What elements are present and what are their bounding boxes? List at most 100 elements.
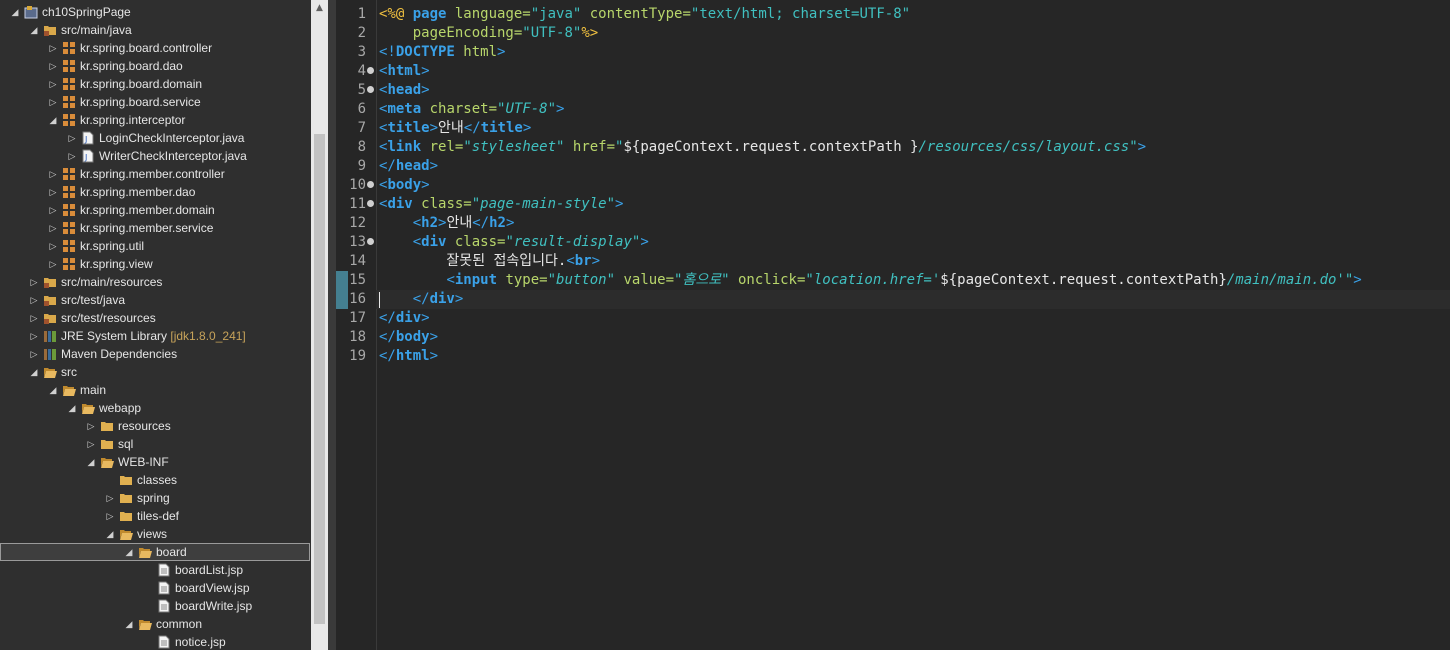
collapsed-arrow-icon[interactable]: ▷ <box>86 417 96 435</box>
tree-item[interactable]: ◢ main <box>0 381 310 399</box>
collapsed-arrow-icon[interactable]: ▷ <box>29 327 39 345</box>
tree-item[interactable]: ▷ src/test/java <box>0 291 310 309</box>
scrollbar-thumb[interactable] <box>314 134 325 624</box>
tree-item[interactable]: ▷ resources <box>0 417 310 435</box>
fold-toggle-icon[interactable] <box>367 181 374 188</box>
collapsed-arrow-icon[interactable]: ▷ <box>86 435 96 453</box>
collapsed-arrow-icon[interactable]: ▷ <box>48 57 58 75</box>
expanded-arrow-icon[interactable]: ◢ <box>86 453 96 471</box>
explorer-scrollbar[interactable]: ▲ <box>311 0 328 650</box>
tree-item[interactable]: ▷ kr.spring.member.domain <box>0 201 310 219</box>
collapsed-arrow-icon[interactable]: ▷ <box>48 255 58 273</box>
tree-item[interactable]: ◢ ch10SpringPage <box>0 3 310 21</box>
expanded-arrow-icon[interactable]: ◢ <box>29 363 39 381</box>
code-line[interactable]: <%@ page language="java" contentType="te… <box>379 5 910 24</box>
code-line[interactable]: <link rel="stylesheet" href="${pageConte… <box>379 138 1146 157</box>
collapsed-arrow-icon[interactable]: ▷ <box>105 507 115 525</box>
code-token: class= <box>421 196 472 212</box>
collapsed-arrow-icon[interactable]: ▷ <box>48 39 58 57</box>
code-line[interactable]: <input type="button" value="홈으로" onclick… <box>379 271 1361 290</box>
code-editor[interactable]: 1 2 3 4 5 6 7 8 9 10 11 12 13 14 15 16 17 18 19 <%@ page l… <box>336 0 1450 650</box>
expanded-arrow-icon[interactable]: ◢ <box>48 381 58 399</box>
code-line[interactable]: </html> <box>379 347 438 366</box>
tree-item[interactable]: ▷ src/test/resources <box>0 309 310 327</box>
tree-item[interactable]: notice.jsp <box>0 633 310 650</box>
tree-item[interactable]: ◢ kr.spring.interceptor <box>0 111 310 129</box>
tree-item[interactable]: ◢ src <box>0 363 310 381</box>
tree-item[interactable]: ▷ sql <box>0 435 310 453</box>
collapsed-arrow-icon[interactable]: ▷ <box>29 345 39 363</box>
code-line[interactable]: <body> <box>379 176 430 195</box>
collapsed-arrow-icon[interactable]: ▷ <box>48 93 58 111</box>
tree-item[interactable]: ◢ board <box>0 543 310 561</box>
tree-item[interactable]: ▷ src/main/resources <box>0 273 310 291</box>
fold-toggle-icon[interactable] <box>367 67 374 74</box>
collapsed-arrow-icon[interactable]: ▷ <box>67 129 77 147</box>
code-line[interactable]: </div> <box>379 290 464 309</box>
code-line[interactable]: <meta charset="UTF-8"> <box>379 100 564 119</box>
tree-item[interactable]: ▷ kr.spring.util <box>0 237 310 255</box>
collapsed-arrow-icon[interactable]: ▷ <box>48 183 58 201</box>
tree-item[interactable]: ▷ kr.spring.member.dao <box>0 183 310 201</box>
collapsed-arrow-icon[interactable]: ▷ <box>48 165 58 183</box>
collapsed-arrow-icon[interactable]: ▷ <box>29 309 39 327</box>
code-token: > <box>615 196 624 212</box>
tree-item[interactable]: boardView.jsp <box>0 579 310 597</box>
code-line[interactable]: 잘못된 접속입니다.<br> <box>379 252 600 271</box>
tree-item[interactable]: ▷ J LoginCheckInterceptor.java <box>0 129 310 147</box>
tree-item[interactable]: ◢ views <box>0 525 310 543</box>
expanded-arrow-icon[interactable]: ◢ <box>105 525 115 543</box>
tree-item[interactable]: ▷ kr.spring.board.dao <box>0 57 310 75</box>
tree-item-label: kr.spring.interceptor <box>80 113 186 127</box>
expanded-arrow-icon[interactable]: ◢ <box>124 543 134 561</box>
code-line[interactable]: </head> <box>379 157 438 176</box>
tree-item[interactable]: ▷ kr.spring.member.controller <box>0 165 310 183</box>
tree-item[interactable]: ▷ tiles-def <box>0 507 310 525</box>
tree-item[interactable]: ▷ Maven Dependencies <box>0 345 310 363</box>
collapsed-arrow-icon[interactable]: ▷ <box>29 291 39 309</box>
panel-divider[interactable] <box>328 0 336 650</box>
tree-item[interactable]: classes <box>0 471 310 489</box>
tree-item[interactable]: ◢ common <box>0 615 310 633</box>
code-line[interactable]: </div> <box>379 309 430 328</box>
collapsed-arrow-icon[interactable]: ▷ <box>48 75 58 93</box>
code-line[interactable]: pageEncoding="UTF-8"%> <box>379 24 598 43</box>
tree-item[interactable]: ▷ kr.spring.view <box>0 255 310 273</box>
tree-item[interactable]: ▷ spring <box>0 489 310 507</box>
tree-item-label: kr.spring.member.domain <box>80 203 215 217</box>
tree-item[interactable]: ▷ kr.spring.board.controller <box>0 39 310 57</box>
expanded-arrow-icon[interactable]: ◢ <box>48 111 58 129</box>
scroll-up-icon[interactable]: ▲ <box>311 0 328 17</box>
code-line[interactable]: <div class="result-display"> <box>379 233 649 252</box>
tree-item[interactable]: ▷ kr.spring.board.service <box>0 93 310 111</box>
expanded-arrow-icon[interactable]: ◢ <box>67 399 77 417</box>
tree-item[interactable]: ▷ kr.spring.board.domain <box>0 75 310 93</box>
expanded-arrow-icon[interactable]: ◢ <box>124 615 134 633</box>
code-line[interactable]: </body> <box>379 328 438 347</box>
collapsed-arrow-icon[interactable]: ▷ <box>48 237 58 255</box>
tree-item[interactable]: ▷ JRE System Library [jdk1.8.0_241] <box>0 327 310 345</box>
expanded-arrow-icon[interactable]: ◢ <box>29 21 39 39</box>
collapsed-arrow-icon[interactable]: ▷ <box>48 201 58 219</box>
code-line[interactable]: <html> <box>379 62 430 81</box>
tree-item[interactable]: ◢ WEB-INF <box>0 453 310 471</box>
tree-item[interactable]: ◢ webapp <box>0 399 310 417</box>
collapsed-arrow-icon[interactable]: ▷ <box>105 489 115 507</box>
code-line[interactable]: <head> <box>379 81 430 100</box>
tree-item[interactable]: boardList.jsp <box>0 561 310 579</box>
tree-item[interactable]: ▷ J WriterCheckInterceptor.java <box>0 147 310 165</box>
fold-toggle-icon[interactable] <box>367 86 374 93</box>
collapsed-arrow-icon[interactable]: ▷ <box>29 273 39 291</box>
code-line[interactable]: <div class="page-main-style"> <box>379 195 623 214</box>
collapsed-arrow-icon[interactable]: ▷ <box>67 147 77 165</box>
tree-item[interactable]: boardWrite.jsp <box>0 597 310 615</box>
code-line[interactable]: <!DOCTYPE html> <box>379 43 505 62</box>
expanded-arrow-icon[interactable]: ◢ <box>10 3 20 21</box>
fold-toggle-icon[interactable] <box>367 200 374 207</box>
code-line[interactable]: <h2>안내</h2> <box>379 214 515 233</box>
tree-item[interactable]: ▷ kr.spring.member.service <box>0 219 310 237</box>
tree-item[interactable]: ◢ src/main/java <box>0 21 310 39</box>
code-line[interactable]: <title>안내</title> <box>379 119 531 138</box>
collapsed-arrow-icon[interactable]: ▷ <box>48 219 58 237</box>
fold-toggle-icon[interactable] <box>367 238 374 245</box>
